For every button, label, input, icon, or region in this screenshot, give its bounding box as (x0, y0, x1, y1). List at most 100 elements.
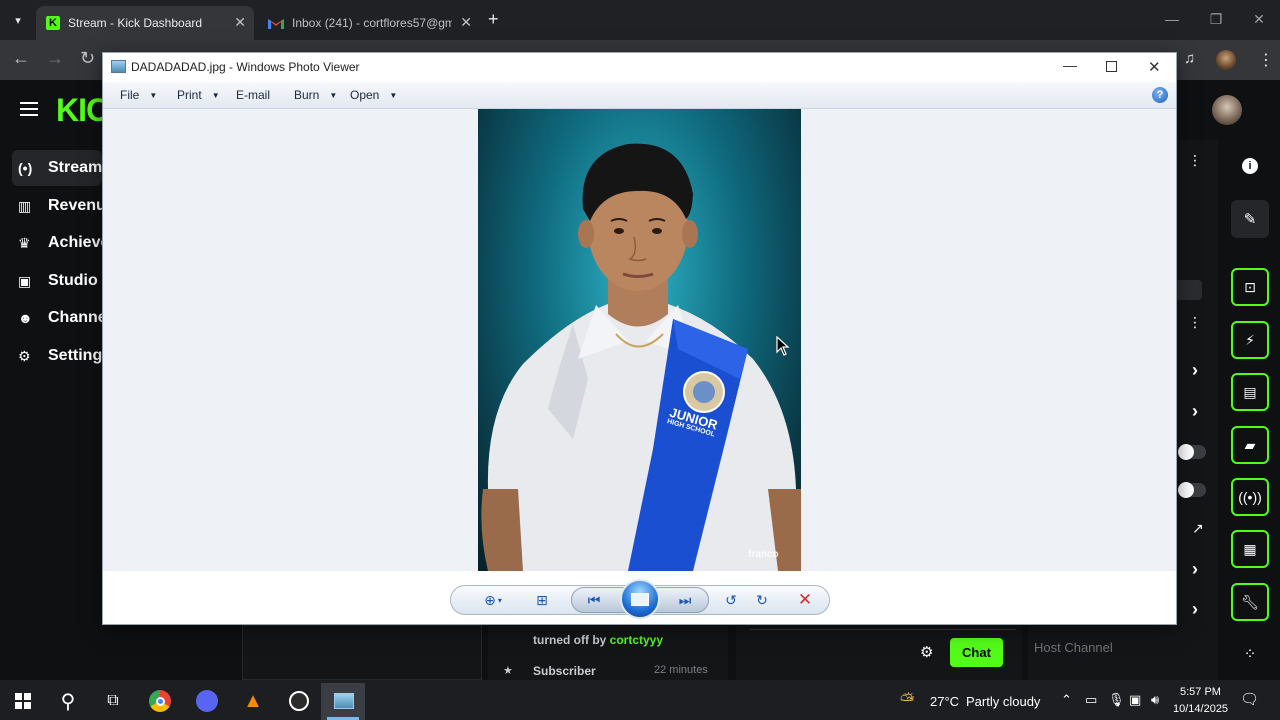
menu-label: Print (177, 88, 202, 102)
user-avatar[interactable] (1212, 95, 1242, 125)
camera-icon: ▣ (18, 272, 32, 289)
layout-icon[interactable]: ▦ (1231, 530, 1269, 568)
activity-time: 22 minutes (654, 664, 708, 676)
task-view-icon[interactable]: ⧉ (100, 688, 126, 714)
windows-start-icon[interactable] (10, 688, 36, 714)
sidebar-item-channel[interactable]: ☻ Channel (18, 303, 111, 333)
browser-restore-icon[interactable]: ❐ (1194, 0, 1238, 38)
chevron-right-icon[interactable]: › (1192, 599, 1198, 620)
activity-panel-left (242, 625, 482, 680)
chevron-right-icon[interactable]: › (1192, 559, 1198, 580)
tab-gmail-inbox[interactable]: Inbox (241) - cortflores57@gm ✕ (258, 6, 480, 40)
info-icon[interactable]: i (1231, 147, 1269, 185)
sidebar-item-label: Studio (48, 272, 98, 289)
photo-viewer-app-icon (111, 60, 126, 73)
chevron-right-icon[interactable]: › (1192, 360, 1198, 381)
tab-title: Inbox (241) - cortflores57@gm (292, 16, 452, 30)
menu-label: E-mail (236, 88, 271, 102)
broadcast-rail-icon[interactable]: ((•)) (1231, 478, 1269, 516)
back-arrow-icon[interactable]: ← (12, 48, 30, 69)
next-icon[interactable]: ⏭︎ (672, 588, 698, 612)
sidebar-item-stream[interactable]: (•) Stream (18, 153, 102, 183)
vlc-app-icon[interactable]: ▲ (240, 688, 266, 714)
reload-icon[interactable]: ↻ (80, 48, 95, 69)
media-control-icon[interactable]: ♫ (1184, 50, 1195, 67)
viewer-maximize-icon[interactable] (1106, 61, 1117, 72)
profile-avatar[interactable] (1216, 50, 1236, 70)
chat-button[interactable]: Chat (950, 638, 1003, 667)
new-tab-button[interactable]: + (488, 9, 499, 30)
viewer-close-icon[interactable]: ✕ (1148, 58, 1161, 76)
tab-search-button[interactable]: ▾ (8, 10, 28, 30)
edit-pencil-icon[interactable]: ✎ (1231, 200, 1269, 238)
browser-minimize-icon[interactable]: — (1150, 0, 1194, 38)
weather-temp[interactable]: 27°C (930, 694, 959, 709)
chat-bubble-icon[interactable]: ▰ (1231, 426, 1269, 464)
tab-title: Stream - Kick Dashboard (68, 16, 203, 30)
help-icon[interactable]: ? (1152, 87, 1168, 103)
menu-print[interactable]: Print ▼ (177, 88, 220, 102)
menu-open[interactable]: Open ▼ (350, 88, 397, 102)
clock-time[interactable]: 5:57 PM (1180, 686, 1221, 698)
clock-date[interactable]: 10/14/2025 (1173, 703, 1228, 715)
menu-email[interactable]: E-mail (236, 88, 270, 102)
search-icon[interactable]: ⚲ (55, 688, 81, 714)
chat-input-field[interactable] (750, 626, 1016, 630)
activity-user[interactable]: cortctyyy (610, 633, 663, 647)
wrench-icon[interactable]: 🔧︎ (1231, 583, 1269, 621)
image-canvas: JUNIOR HIGH SCHOOL franco (103, 109, 1176, 571)
notes-icon[interactable]: ▤ (1231, 373, 1269, 411)
meet-icon[interactable]: ▭ (1085, 692, 1097, 708)
menu-file[interactable]: File ▼ (120, 88, 157, 102)
chevron-right-icon[interactable]: › (1192, 401, 1198, 422)
zoom-icon[interactable]: ⊕ ▾ (476, 588, 510, 612)
menu-burn[interactable]: Burn ▼ (294, 88, 337, 102)
viewer-minimize-icon[interactable]: — (1063, 57, 1077, 73)
browser-menu-icon[interactable]: ⋮ (1258, 50, 1274, 70)
panel-kebab-icon[interactable]: ⋮ (1188, 314, 1202, 331)
rotate-right-icon[interactable]: ↻ (749, 588, 775, 612)
obs-app-icon[interactable] (286, 688, 312, 714)
previous-icon[interactable]: ⏮︎ (581, 588, 607, 612)
lightning-icon[interactable]: ⚡ (1231, 321, 1269, 359)
weather-text[interactable]: Partly cloudy (966, 694, 1040, 709)
tray-overflow-icon[interactable]: ⌃ (1061, 692, 1072, 708)
sidebar-item-studio[interactable]: ▣ Studio (18, 266, 98, 296)
chrome-icon[interactable] (147, 688, 173, 714)
network-icon[interactable]: ▣ (1129, 692, 1141, 708)
notification-icon[interactable]: 🗨︎ (1240, 690, 1259, 708)
sidebar-item-label: Achieve (48, 234, 110, 251)
tab-kick-dashboard[interactable]: K Stream - Kick Dashboard ✕ (36, 6, 254, 40)
host-channel-label[interactable]: Host Channel (1034, 640, 1113, 655)
sidebar-item-achievements[interactable]: ♛ Achieve (18, 228, 109, 258)
microphone-icon[interactable]: 🎙︎ (1108, 692, 1125, 708)
toggle-switch[interactable] (1178, 444, 1206, 460)
actual-size-icon[interactable]: ⊞ (529, 588, 555, 612)
scene-icon[interactable]: ⊡ (1231, 268, 1269, 306)
sidebar-item-label: Stream (48, 159, 103, 176)
delete-icon[interactable]: ✕ (792, 588, 818, 612)
viewer-title: DADADADAD.jpg - Windows Photo Viewer (131, 60, 360, 74)
volume-icon[interactable]: 🔊︎ (1151, 692, 1159, 708)
panel-kebab-icon[interactable]: ⋮ (1188, 152, 1202, 169)
kick-logo[interactable]: KIC (56, 92, 109, 129)
viewer-titlebar[interactable]: DADADADAD.jpg - Windows Photo Viewer — ✕ (103, 53, 1176, 82)
apps-icon[interactable]: ⁘ (1231, 635, 1269, 673)
analytics-icon[interactable]: ↗ (1192, 520, 1204, 537)
tab-close-icon[interactable]: ✕ (460, 14, 472, 31)
chat-settings-gear-icon[interactable]: ⚙ (920, 643, 933, 661)
tab-close-icon[interactable]: ✕ (234, 14, 246, 31)
dropdown-caret-icon: ▼ (211, 90, 220, 100)
hamburger-menu-icon[interactable] (20, 100, 38, 116)
forward-arrow-icon[interactable]: → (46, 48, 64, 69)
toggle-switch[interactable] (1178, 482, 1206, 498)
rotate-left-icon[interactable]: ↺ (718, 588, 744, 612)
weather-icon[interactable]: ⛅︎ (900, 690, 914, 711)
viewer-menubar: File ▼ Print ▼ E-mail Burn ▼ Open ▼ ? (103, 82, 1176, 109)
sidebar-item-revenue[interactable]: ▥ Revenue (18, 191, 115, 221)
slideshow-button[interactable] (620, 579, 660, 619)
dropdown-caret-icon: ▼ (329, 90, 338, 100)
discord-app-icon[interactable] (194, 688, 220, 714)
sidebar-item-settings[interactable]: ⚙ Settings (18, 341, 111, 371)
browser-close-icon[interactable]: ✕ (1237, 0, 1280, 38)
